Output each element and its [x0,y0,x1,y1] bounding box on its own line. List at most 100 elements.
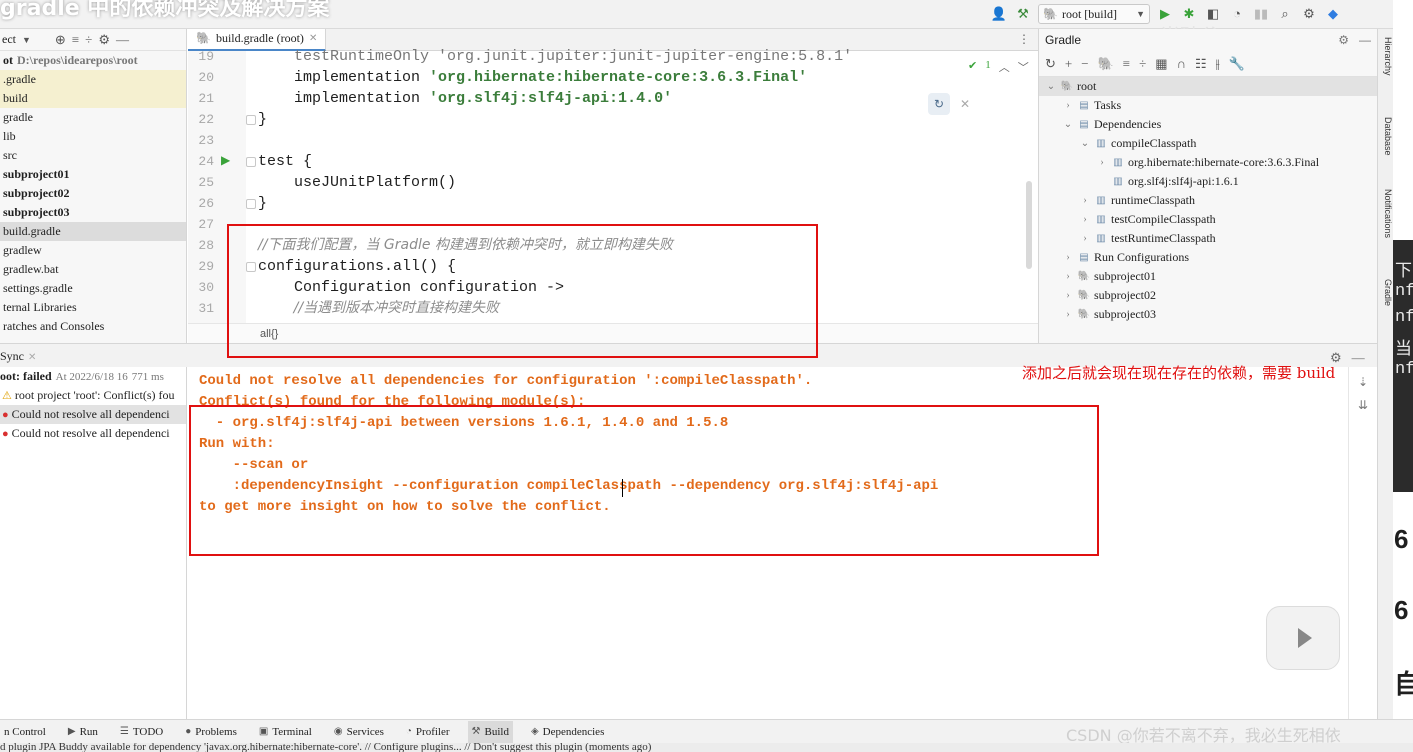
gradle-tree-item[interactable]: ⌄ ▥ compileClasspath [1039,134,1377,153]
chevron-right-icon[interactable]: › [1079,214,1091,225]
gradle-reload-icon[interactable]: ↻ [928,93,950,115]
build-tree-item[interactable]: ● Could not resolve all dependenci [0,424,186,443]
chevron-right-icon[interactable]: › [1096,157,1108,168]
project-tree-item[interactable]: settings.gradle [0,279,186,298]
gear-icon[interactable]: ⚙ [1338,33,1349,47]
build-tree-item[interactable]: ⚠ root project 'root': Conflict(s) fou [0,386,186,405]
tool-window-build[interactable]: ⚒ Build [467,720,513,743]
side-tab-hierarchy[interactable]: Hierarchy [1379,37,1393,76]
chevron-down-icon[interactable]: ⌄ [1045,81,1057,92]
dependencies-diagram-icon[interactable]: ☷ [1195,56,1207,72]
run-config-select[interactable]: 🐘 root [build] ▼ [1038,4,1150,24]
expand-all-icon[interactable]: ≡ [72,32,79,48]
plugin-icon[interactable]: ◆ [1324,5,1342,23]
gradle-tree-item[interactable]: ⌄ 🐘 root [1039,77,1377,96]
code-line[interactable]: 26} [188,193,1028,214]
gradle-tree-item[interactable]: › ▤ Run Configurations [1039,248,1377,267]
code-line[interactable]: 23 [188,130,1028,151]
tool-window-profiler[interactable]: ◔ Profiler [402,721,454,743]
chevron-right-icon[interactable]: › [1062,290,1074,301]
project-tree-item[interactable]: ratches and Consoles [0,317,186,336]
project-tree-item[interactable]: subproject02 [0,184,186,203]
project-tree-item[interactable]: subproject03 [0,203,186,222]
remove-icon[interactable]: − [1081,56,1088,72]
fold-marker[interactable] [246,199,256,209]
gradle-tree-item[interactable]: ▥ org.slf4j:slf4j-api:1.6.1 [1039,172,1377,191]
chevron-right-icon[interactable]: › [1062,309,1074,320]
chevron-right-icon[interactable]: › [1079,233,1091,244]
minimize-icon[interactable]: — [1359,33,1371,47]
run-gutter-icon[interactable]: ▶ [221,151,230,172]
tool-window-run[interactable]: ▶ Run [64,721,102,743]
run-icon[interactable]: ▶ [1156,5,1174,23]
fold-marker[interactable] [246,115,256,125]
project-tree-item[interactable]: ternal Libraries [0,298,186,317]
tool-window-problems[interactable]: ● Problems [181,721,241,743]
chevron-up-icon[interactable]: ︿ [999,59,1010,75]
soft-wrap-icon[interactable]: ⇊ [1349,398,1377,413]
project-tree-item[interactable]: lib [0,127,186,146]
add-icon[interactable]: + [1065,56,1072,72]
code-line[interactable]: 25 useJUnitPlatform() [188,172,1028,193]
editor-scrollbar[interactable] [1026,181,1032,269]
gradle-tree-item[interactable]: › 🐘 subproject01 [1039,267,1377,286]
chevron-down-icon[interactable]: ⌄ [1062,119,1074,130]
chevron-right-icon[interactable]: › [1079,195,1091,206]
gradle-tree-item[interactable]: › ▥ runtimeClasspath [1039,191,1377,210]
debug-icon[interactable]: ✱ [1180,5,1198,23]
project-view-label[interactable]: ect [2,32,16,47]
tab-sync[interactable]: Sync ✕ [0,349,36,364]
project-tree-item[interactable]: src [0,146,186,165]
tool-window-todo[interactable]: ☰ TODO [116,721,167,743]
collapse-all-icon[interactable]: ÷ [85,32,92,48]
hammer-build-icon[interactable]: ⚒ [1014,5,1032,23]
collapse-all-icon[interactable]: ÷ [1139,56,1146,72]
locate-icon[interactable]: ⊕ [55,32,66,48]
tool-window-terminal[interactable]: ▣ Terminal [255,721,316,743]
user-icon[interactable]: 👤 [990,5,1008,23]
gradle-tree-item[interactable]: › ▥ testCompileClasspath [1039,210,1377,229]
toggle-skip-tests-icon[interactable]: ⫲ [1216,56,1220,72]
side-tab-database[interactable]: Database [1379,117,1393,156]
video-play-button[interactable] [1266,606,1340,670]
gradle-tree-item[interactable]: › ▥ testRuntimeClasspath [1039,229,1377,248]
project-tree-item[interactable]: gradle [0,108,186,127]
profile-icon[interactable]: ◔ [1228,5,1246,23]
stop-icon[interactable]: ▮▮ [1252,5,1270,23]
side-tab-notifications[interactable]: Notifications [1379,189,1393,238]
tool-window-dependencies[interactable]: ◈ Dependencies [527,721,608,743]
project-tree-item[interactable]: gradlew.bat [0,260,186,279]
wrench-icon[interactable]: 🔧 [1229,56,1245,72]
reload-icon[interactable]: ↻ [1045,56,1056,72]
chevron-right-icon[interactable]: › [1062,100,1074,111]
gradle-tree-item[interactable]: › 🐘 subproject02 [1039,286,1377,305]
project-tree-item[interactable]: .gradle [0,70,186,89]
code-line[interactable]: 20 implementation 'org.hibernate:hiberna… [188,67,1028,88]
group-modules-icon[interactable]: ▦ [1155,56,1167,72]
offline-icon[interactable]: ∩ [1177,56,1186,72]
chevron-down-icon[interactable]: ▼ [22,35,31,45]
execute-task-icon[interactable]: 🐘 [1098,56,1114,72]
project-tree-item[interactable]: build [0,89,186,108]
project-tree-item[interactable]: subproject01 [0,165,186,184]
tool-window-services[interactable]: ◉ Services [330,721,388,743]
inspection-widget[interactable]: ✔ 1 ︿ ﹀ [968,59,1029,75]
code-line[interactable]: 24 ▶ test { [188,151,1028,172]
close-icon[interactable]: ✕ [309,33,317,44]
close-icon[interactable]: ✕ [960,97,970,112]
project-tree-item[interactable]: ot D:\repos\idearepos\root [0,51,186,70]
code-line[interactable]: 21 implementation 'org.slf4j:slf4j-api:1… [188,88,1028,109]
chevron-down-icon[interactable]: ⌄ [1079,138,1091,149]
close-icon[interactable]: ✕ [28,352,36,363]
build-tree-item[interactable]: ● Could not resolve all dependenci [0,405,186,424]
fold-marker[interactable] [246,157,256,167]
gradle-tree-item[interactable]: › ▥ org.hibernate:hibernate-core:3.6.3.Fin… [1039,153,1377,172]
search-icon[interactable]: ⌕ [1276,5,1294,23]
translate-icon[interactable]: ⚙ [1300,5,1318,23]
build-tree-item[interactable]: oot: failed At 2022/6/18 16 771 ms [0,367,186,386]
side-tab-gradle[interactable]: Gradle [1379,279,1393,306]
gradle-tree-item[interactable]: ⌄ ▤ Dependencies [1039,115,1377,134]
tool-window-n-control[interactable]: n Control [0,721,50,743]
project-tree-item[interactable]: build.gradle [0,222,186,241]
code-line[interactable]: 22} [188,109,1028,130]
